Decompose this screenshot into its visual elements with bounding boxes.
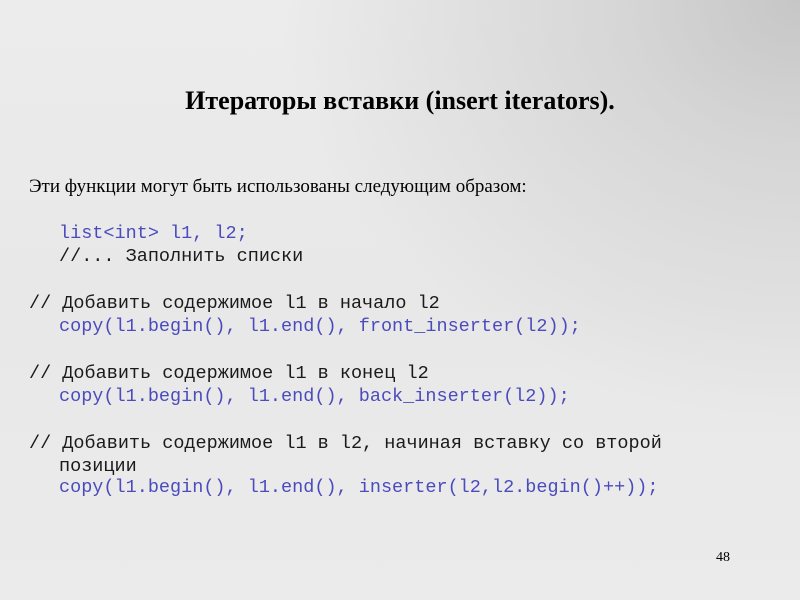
inserter-comment: // Добавить содержимое l1 в l2, начиная …	[29, 433, 662, 454]
front-inserter-code: copy(l1.begin(), l1.end(), front_inserte…	[59, 316, 581, 337]
back-inserter-code: copy(l1.begin(), l1.end(), back_inserter…	[59, 386, 570, 407]
slide-title: Итераторы вставки (insert iterators).	[185, 86, 615, 115]
slide: Итераторы вставки (insert iterators). Эт…	[0, 0, 800, 600]
back-inserter-comment: // Добавить содержимое l1 в конец l2	[29, 363, 429, 384]
code-declaration: list<int> l1, l2;	[59, 223, 248, 244]
inserter-comment-continued: позиции	[59, 456, 137, 477]
front-inserter-comment: // Добавить содержимое l1 в начало l2	[29, 293, 440, 314]
intro-text: Эти функции могут быть использованы след…	[29, 176, 527, 197]
page-number: 48	[716, 550, 730, 565]
code-fill-comment: //... Заполнить списки	[59, 246, 304, 267]
inserter-code: copy(l1.begin(), l1.end(), inserter(l2,l…	[59, 477, 659, 498]
